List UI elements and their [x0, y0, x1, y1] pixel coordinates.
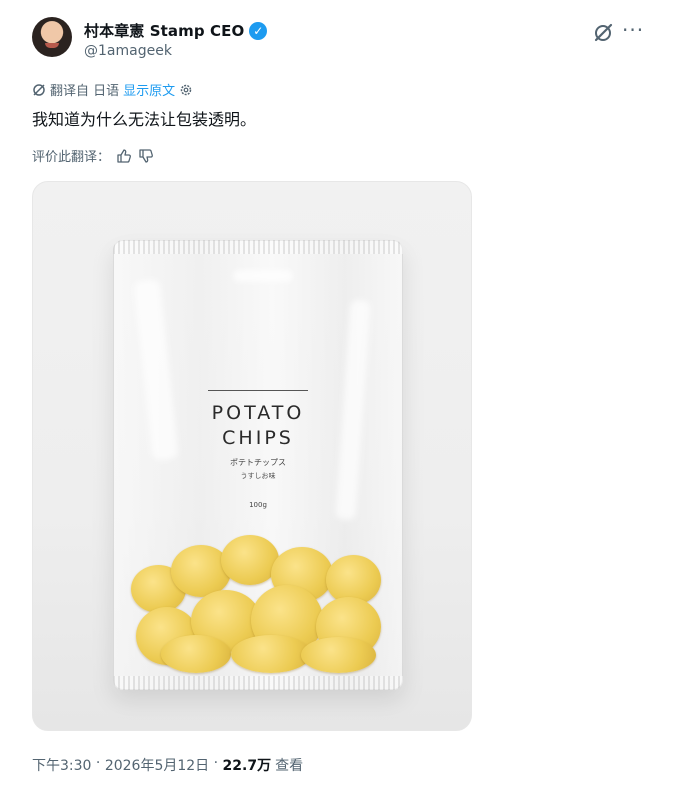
display-name[interactable]: 村本章憲 Stamp CEO [84, 20, 244, 41]
bag-crimp-bottom [113, 676, 403, 690]
thumbs-down-icon[interactable] [138, 148, 154, 164]
views-label: 查看 [275, 758, 304, 774]
tweet-text: 我知道为什么无法让包装透明。 [32, 110, 257, 129]
rate-translation-label: 评价此翻译： [32, 150, 111, 165]
grok-icon[interactable] [592, 22, 614, 44]
chip [161, 635, 231, 673]
product-title-line2: CHIPS [222, 427, 294, 449]
tweet-media-image[interactable]: POTATO CHIPS ポテトチップス うすしお味 100g [32, 181, 472, 731]
translate-icon [33, 83, 45, 96]
chip [301, 637, 376, 673]
translation-bar: 翻译自 日语 显示原文 [32, 80, 193, 99]
views-count: 22.7万 [222, 758, 272, 774]
verified-badge-icon: ✓ [249, 21, 268, 40]
product-weight: 100g [249, 501, 267, 509]
meta-separator: · [91, 755, 105, 771]
tweet-time[interactable]: 下午3:30 [32, 755, 91, 775]
product-flavor: うすしお味 [240, 472, 276, 480]
bag-glare [233, 270, 293, 282]
chip [231, 635, 311, 673]
chip-bag: POTATO CHIPS ポテトチップス うすしお味 100g [113, 240, 403, 690]
product-japanese-name: ポテトチップス [230, 458, 286, 467]
avatar[interactable] [32, 17, 72, 57]
show-original-link[interactable]: 显示原文 [123, 80, 175, 99]
tweet-date[interactable]: 2026年5月12日 [105, 755, 209, 775]
author-name-row[interactable]: 村本章憲 Stamp CEO ✓ [84, 20, 268, 41]
rate-translation-row: 评价此翻译： [32, 146, 154, 165]
bag-glare [133, 279, 179, 461]
translated-from-label: 翻译自 日语 [50, 84, 120, 99]
thumbs-up-icon[interactable] [116, 148, 132, 164]
settings-gear-icon[interactable] [179, 83, 193, 97]
product-title-line1: POTATO [211, 402, 305, 424]
product-label: POTATO CHIPS ポテトチップス うすしお味 100g [198, 390, 318, 509]
meta-separator: · [209, 755, 223, 771]
label-rule [208, 390, 308, 391]
author-handle[interactable]: @1amageek [84, 43, 172, 59]
potato-chips [131, 535, 386, 675]
tweet-meta: 下午3:30 · 2026年5月12日 · 22.7万 查看 [32, 755, 303, 775]
more-icon[interactable]: ··· [622, 18, 644, 42]
bag-crimp-top [113, 240, 403, 254]
bag-glare [335, 299, 371, 521]
